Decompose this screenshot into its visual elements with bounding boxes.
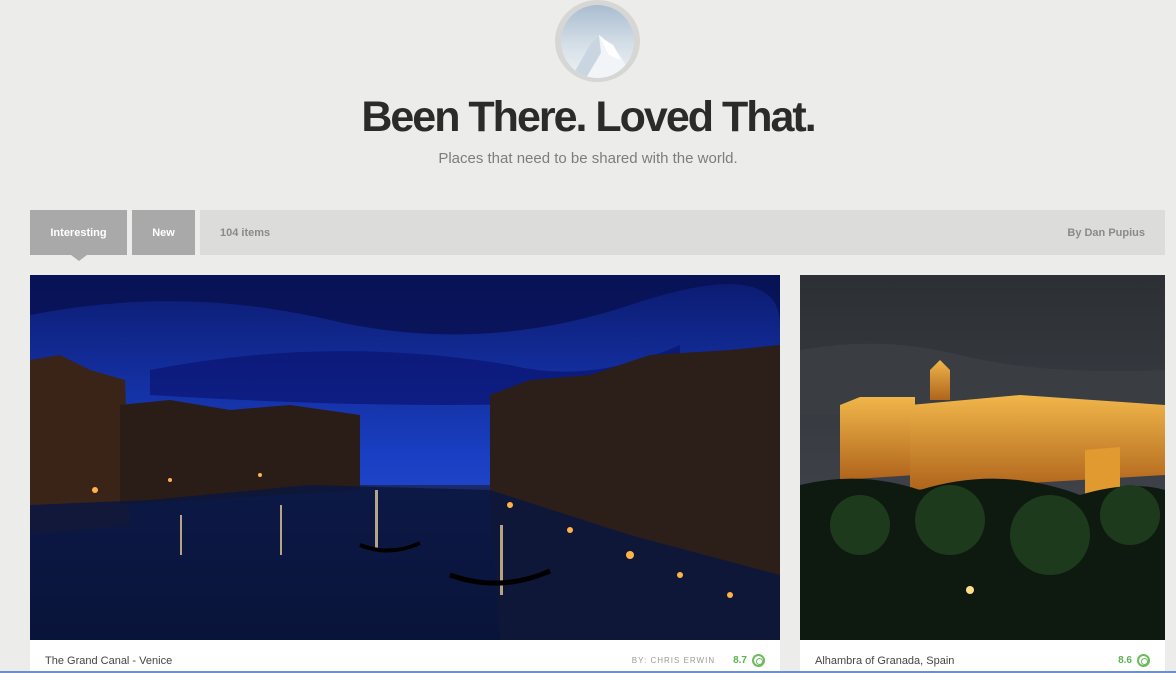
target-icon[interactable] [1137,654,1150,667]
card-score: 8.6 [1118,655,1132,666]
info-bar: 104 items By Dan Pupius [200,210,1165,255]
card-photo[interactable] [30,275,780,640]
card-footer: Alhambra of Granada, Spain 8.6 [800,640,1165,673]
tab-new[interactable]: New [132,210,195,255]
photo-card[interactable]: Alhambra of Granada, Spain 8.6 [800,275,1165,673]
card-title[interactable]: The Grand Canal - Venice [45,655,632,667]
item-count: 104 items [220,226,271,239]
card-footer: The Grand Canal - Venice BY: CHRIS ERWIN… [30,640,780,673]
mountain-icon [561,4,634,78]
photo-card[interactable]: The Grand Canal - Venice BY: CHRIS ERWIN… [30,275,780,673]
card-author[interactable]: BY: CHRIS ERWIN [632,656,715,665]
card-score: 8.7 [733,655,747,666]
page-subtitle: Places that need to be shared with the w… [438,150,738,167]
target-icon[interactable] [752,654,765,667]
tab-interesting[interactable]: Interesting [30,210,127,255]
active-tab-caret [71,255,87,261]
author-link[interactable]: By Dan Pupius [1067,227,1145,239]
card-photo[interactable] [800,275,1165,640]
avatar[interactable] [555,0,640,82]
page-title: Been There. Loved That. [361,93,816,141]
card-title[interactable]: Alhambra of Granada, Spain [815,655,1118,667]
